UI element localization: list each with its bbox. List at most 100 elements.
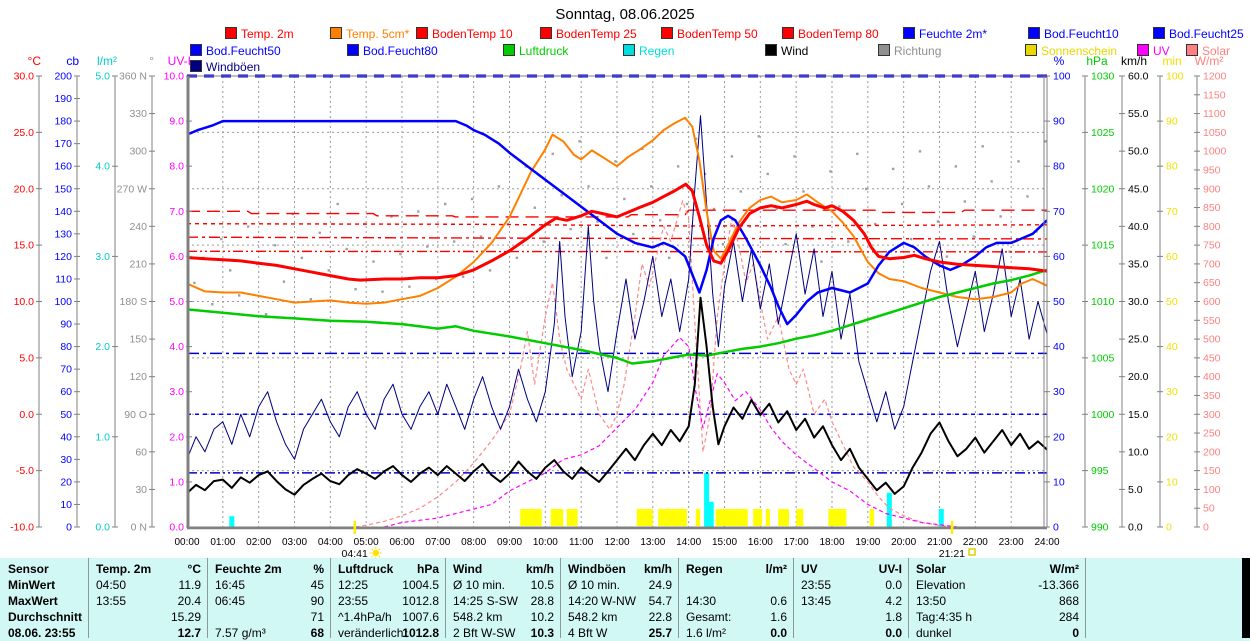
svg-text:700: 700 [1203,258,1221,270]
wind-direction-dot [1044,140,1047,143]
table-column-divider [445,558,446,638]
table-cell-text: 7.57 g/m³ [215,626,266,640]
wind-direction-dot [990,180,993,183]
wind-direction-dot [838,205,841,208]
svg-text:1015: 1015 [1091,240,1115,252]
table-column-unit: km/h [643,562,672,576]
svg-text:250: 250 [1203,428,1221,440]
table-cell-text: 2 Bft W-SW [453,626,516,640]
svg-text:50: 50 [60,409,72,421]
x-axis-hour-labels: 00:00 01:00 02:00 03:00 04:00 05:00 06:00 07:00… [174,537,1059,548]
svg-text:90: 90 [1053,116,1065,128]
svg-text:1.0: 1.0 [95,431,110,443]
wind-direction-dot [551,152,554,156]
svg-text:50: 50 [1053,296,1065,308]
svg-text:270 W: 270 W [117,183,147,195]
svg-text:120: 120 [54,251,72,263]
table-column-unit: °C [187,562,201,576]
wind-direction-dot [193,281,196,285]
svg-text:30: 30 [1166,386,1178,398]
table-cell-value: 22.8 [648,610,672,624]
table-cell-value: 1004.5 [402,578,439,592]
svg-text:0: 0 [1166,522,1172,534]
svg-text:21:00: 21:00 [927,537,952,548]
svg-text:4.0: 4.0 [169,341,184,353]
svg-text:450: 450 [1203,352,1221,364]
wind-direction-dot [470,197,474,201]
svg-text:20.0: 20.0 [1128,371,1149,383]
sunshine-bar [566,509,578,526]
svg-text:0: 0 [1053,522,1059,534]
wind-direction-dot [578,140,581,143]
table-cell-value: 71 [310,610,324,624]
wind-direction-dot [999,215,1002,218]
svg-text:l/m²: l/m² [97,54,117,68]
table-cell-value: 10.2 [530,610,554,624]
wind-direction-dot [300,256,304,260]
wind-direction-dot [963,200,966,203]
svg-text:1030: 1030 [1091,71,1115,83]
table-column-header: Solar [916,562,947,576]
svg-text:06:00: 06:00 [389,537,414,548]
table-column-divider [678,558,679,638]
svg-text:08:00: 08:00 [461,537,486,548]
table-cell-value: 90 [310,594,324,608]
wind-direction-dot [739,190,743,193]
table-cell-value: 284 [1058,610,1079,624]
svg-text:20.0: 20.0 [14,183,35,195]
svg-text:24:00: 24:00 [1034,537,1059,548]
sunshine-bar [636,509,653,526]
wind-direction-dot [1026,195,1029,198]
svg-text:400: 400 [1203,371,1221,383]
table-column-unit: % [313,562,324,576]
svg-text:40: 40 [60,431,72,443]
wind-direction-dot [336,202,339,206]
svg-text:0.0: 0.0 [1128,522,1143,534]
wind-direction-dot [426,245,429,248]
table-column-divider [793,558,794,638]
wind-direction-dot [497,185,501,188]
svg-text:7.0: 7.0 [169,206,184,218]
svg-text:650: 650 [1203,277,1221,289]
table-cell-value: 0.0 [885,626,902,640]
table-column-header: UV [801,562,818,576]
svg-text:1050: 1050 [1203,127,1227,139]
wind-direction-dot [650,185,653,188]
svg-text:1005: 1005 [1091,352,1115,364]
wind-direction-dot [372,260,375,263]
svg-text:360 N: 360 N [119,71,147,83]
svg-text:3.0: 3.0 [169,386,184,398]
svg-text:60.0: 60.0 [1128,71,1149,83]
wind-direction-dot [452,240,456,243]
table-cell-text: 13:55 [96,594,127,608]
svg-text:10: 10 [60,499,72,511]
svg-text:90: 90 [1166,116,1178,128]
svg-text:01:00: 01:00 [210,537,235,548]
svg-text:22:00: 22:00 [963,537,988,548]
axis-min: min1009080706050403020100 [1157,54,1184,534]
table-cell-text: veränderlich↑ [338,626,410,640]
table-cell-text: 06:45 [215,594,246,608]
wind-direction-dot [417,210,420,213]
svg-text:1.0: 1.0 [169,476,184,488]
svg-text:80: 80 [1166,161,1178,173]
table-cell-direction: W-NW [600,594,636,608]
table-row-label: MaxWert [8,594,58,608]
table-cell-text: 13:45 [801,594,832,608]
svg-text:900: 900 [1203,183,1221,195]
svg-text:50: 50 [1166,296,1178,308]
svg-text:25.0: 25.0 [14,127,35,139]
table-cell-text: 4 Bft W [568,626,608,640]
table-column-header: Regen [686,562,723,576]
svg-text:07:00: 07:00 [425,537,450,548]
wind-direction-dot [909,237,913,241]
svg-text:15.0: 15.0 [1128,409,1149,421]
table-cell-text: Tag:4:35 h [916,610,973,624]
wind-direction-dot [533,206,536,209]
table-column-divider [207,558,208,638]
svg-text:25.0: 25.0 [1128,334,1149,346]
svg-text:12:00: 12:00 [604,537,629,548]
svg-text:10.0: 10.0 [164,71,185,83]
wind-direction-dot [891,167,895,171]
wind-direction-dot [766,172,769,176]
